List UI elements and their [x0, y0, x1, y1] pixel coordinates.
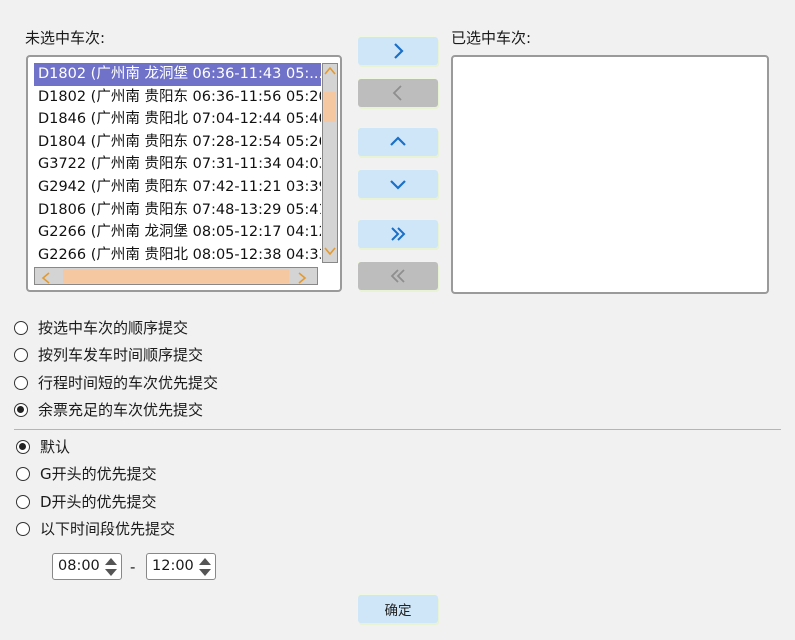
- radio-icon[interactable]: [16, 439, 30, 454]
- spinner-arrows-icon[interactable]: [104, 556, 118, 578]
- radio-icon[interactable]: [14, 402, 28, 417]
- train-list-item[interactable]: G3722 (广州南 贵阳东 07:31-11:34 04:03: [34, 153, 321, 176]
- train-list-item[interactable]: D1802 (广州南 贵阳东 06:36-11:56 05:20: [34, 86, 321, 109]
- train-list-item[interactable]: G2266 (广州南 贵阳北 08:05-12:38 04:33: [34, 244, 321, 263]
- order-option-departure-time[interactable]: 按列车发车时间顺序提交: [14, 344, 203, 365]
- radio-label: D开头的优先提交: [40, 493, 157, 511]
- priority-option-g-first[interactable]: G开头的优先提交: [16, 463, 157, 484]
- chevron-up-icon: [390, 136, 406, 146]
- radio-label: 按选中车次的顺序提交: [38, 319, 189, 337]
- radio-label: 行程时间短的车次优先提交: [38, 374, 219, 392]
- vertical-scrollbar[interactable]: [322, 63, 338, 263]
- order-option-ticket-availability[interactable]: 余票充足的车次优先提交: [14, 399, 203, 420]
- end-time-spinner[interactable]: 12:00: [146, 553, 216, 580]
- section-divider: [14, 429, 781, 430]
- priority-option-time-range[interactable]: 以下时间段优先提交: [16, 518, 175, 539]
- radio-icon[interactable]: [14, 347, 28, 362]
- confirm-button[interactable]: 确定: [358, 595, 438, 623]
- radio-label: 余票充足的车次优先提交: [38, 401, 204, 419]
- move-right-button[interactable]: [358, 37, 438, 65]
- train-list-item[interactable]: D1804 (广州南 贵阳东 07:28-12:54 05:26: [34, 131, 321, 154]
- radio-icon[interactable]: [16, 521, 30, 536]
- radio-label: G开头的优先提交: [40, 465, 157, 483]
- order-option-selection-order[interactable]: 按选中车次的顺序提交: [14, 317, 188, 338]
- move-left-button[interactable]: [358, 79, 438, 107]
- move-down-button[interactable]: [358, 170, 438, 198]
- chevron-down-icon: [390, 180, 406, 190]
- vertical-scroll-thumb[interactable]: [324, 92, 336, 122]
- start-time-spinner[interactable]: 08:00: [52, 553, 122, 580]
- unselected-trains-list[interactable]: D1802 (广州南 龙洞堡 06:36-11:43 05:... D1802 …: [26, 55, 342, 292]
- time-separator: -: [130, 558, 136, 576]
- start-time-value: 08:00: [58, 558, 100, 574]
- train-list-item[interactable]: G2266 (广州南 龙洞堡 08:05-12:17 04:12: [34, 221, 321, 244]
- scroll-left-arrow-icon[interactable]: [41, 270, 51, 288]
- train-list-item[interactable]: D1802 (广州南 龙洞堡 06:36-11:43 05:...: [34, 63, 321, 86]
- double-chevron-left-icon: [390, 269, 405, 283]
- scroll-up-arrow-icon[interactable]: [323, 66, 337, 80]
- horizontal-scrollbar[interactable]: [34, 267, 318, 285]
- radio-icon[interactable]: [14, 320, 28, 335]
- priority-option-d-first[interactable]: D开头的优先提交: [16, 491, 157, 512]
- scroll-down-arrow-icon[interactable]: [323, 246, 337, 260]
- move-up-button[interactable]: [358, 128, 438, 156]
- radio-icon[interactable]: [16, 466, 30, 481]
- horizontal-scroll-thumb[interactable]: [63, 269, 289, 283]
- double-chevron-right-icon: [391, 227, 406, 241]
- radio-icon[interactable]: [16, 494, 30, 509]
- train-list-items: D1802 (广州南 龙洞堡 06:36-11:43 05:... D1802 …: [34, 63, 321, 263]
- spinner-arrows-icon[interactable]: [198, 556, 212, 578]
- priority-option-default[interactable]: 默认: [16, 436, 70, 457]
- unselected-trains-label: 未选中车次:: [25, 29, 106, 47]
- radio-label: 按列车发车时间顺序提交: [38, 346, 204, 364]
- move-all-right-button[interactable]: [358, 220, 438, 248]
- scroll-right-arrow-icon[interactable]: [297, 270, 307, 288]
- selected-trains-list[interactable]: [451, 55, 769, 294]
- train-list-item[interactable]: G2942 (广州南 贵阳东 07:42-11:21 03:39: [34, 176, 321, 199]
- radio-icon[interactable]: [14, 375, 28, 390]
- train-list-item[interactable]: D1846 (广州南 贵阳北 07:04-12:44 05:40: [34, 108, 321, 131]
- chevron-right-icon: [394, 43, 404, 59]
- radio-label: 默认: [40, 438, 71, 456]
- selected-trains-label: 已选中车次:: [451, 29, 532, 47]
- move-all-left-button[interactable]: [358, 262, 438, 290]
- radio-label: 以下时间段优先提交: [40, 520, 176, 538]
- train-list-item[interactable]: D1806 (广州南 贵阳东 07:48-13:29 05:41: [34, 199, 321, 222]
- order-option-short-duration[interactable]: 行程时间短的车次优先提交: [14, 372, 218, 393]
- chevron-left-icon: [392, 85, 402, 101]
- end-time-value: 12:00: [152, 558, 194, 574]
